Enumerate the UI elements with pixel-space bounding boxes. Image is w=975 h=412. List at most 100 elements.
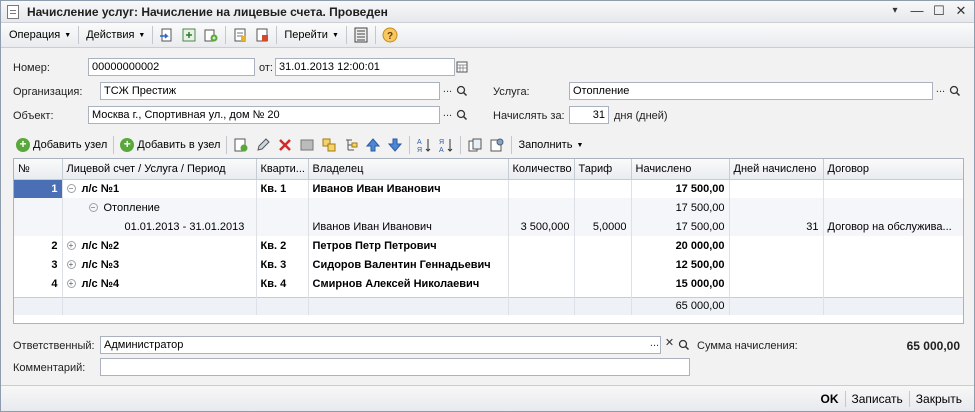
fill-menu[interactable]: Заполнить ▼: [515, 135, 586, 155]
row-number[interactable]: [14, 217, 63, 236]
accrued-cell[interactable]: 20 000,00: [631, 236, 730, 255]
quantity-cell[interactable]: [508, 274, 575, 293]
column-header[interactable]: Договор: [823, 159, 963, 180]
row-number[interactable]: 1: [14, 179, 63, 198]
column-header[interactable]: №: [14, 159, 63, 180]
document-movement-icon[interactable]: [231, 26, 249, 44]
apartment-cell[interactable]: Кв. 3: [256, 255, 309, 274]
organization-select-button[interactable]: ...: [440, 82, 455, 100]
column-header[interactable]: Дней начислено: [729, 159, 824, 180]
sort-ascending-icon[interactable]: AЯ: [415, 136, 433, 154]
owner-cell[interactable]: Петров Петр Петрович: [308, 236, 509, 255]
quantity-cell[interactable]: [508, 179, 575, 198]
object-select-button[interactable]: ...: [440, 106, 455, 124]
contract-cell[interactable]: [823, 198, 963, 217]
accrued-cell[interactable]: 12 500,00: [631, 255, 730, 274]
window-menu-icon[interactable]: ▾: [888, 4, 902, 18]
goto-menu[interactable]: Перейти ▼: [280, 25, 343, 45]
accrued-cell[interactable]: 15 000,00: [631, 274, 730, 293]
table-row[interactable]: 4 + л/с №4 Кв. 4 Смирнов Алексей Николаев…: [14, 274, 963, 293]
structure-icon[interactable]: [253, 26, 271, 44]
quantity-cell[interactable]: [508, 198, 575, 217]
table-row[interactable]: 3 + л/с №3 Кв. 3 Сидоров Валентин Геннадь…: [14, 255, 963, 274]
contract-cell[interactable]: Договор на обслужива...: [823, 217, 963, 236]
accrue-days-field[interactable]: 31: [569, 106, 609, 124]
comment-field[interactable]: [100, 358, 690, 376]
accrued-cell[interactable]: 17 500,00: [631, 179, 730, 198]
collapse-icon[interactable]: −: [88, 203, 98, 213]
tariff-cell[interactable]: [574, 179, 632, 198]
owner-cell[interactable]: Смирнов Алексей Николаевич: [308, 274, 509, 293]
close-button[interactable]: Закрыть: [910, 392, 968, 406]
close-icon[interactable]: ✕: [954, 4, 968, 18]
owner-cell[interactable]: Иванов Иван Иванович: [308, 217, 509, 236]
operation-menu[interactable]: Операция ▼: [5, 25, 75, 45]
row-number[interactable]: [14, 198, 63, 217]
edit-icon[interactable]: [254, 136, 272, 154]
save-button[interactable]: Записать: [846, 392, 909, 406]
days-cell[interactable]: [729, 179, 824, 198]
contract-cell[interactable]: [823, 274, 963, 293]
copy-rows-icon[interactable]: [466, 136, 484, 154]
add-row-icon[interactable]: [232, 136, 250, 154]
sort-descending-icon[interactable]: ЯA: [437, 136, 455, 154]
apartment-cell[interactable]: Кв. 4: [256, 274, 309, 293]
contract-cell[interactable]: [823, 236, 963, 255]
minimize-icon[interactable]: —: [910, 4, 924, 18]
copy-document-icon[interactable]: [202, 26, 220, 44]
owner-cell[interactable]: Иванов Иван Иванович: [308, 179, 509, 198]
accrued-cell[interactable]: 17 500,00: [631, 198, 730, 217]
delete-icon[interactable]: [276, 136, 294, 154]
column-header[interactable]: Количество: [508, 159, 575, 180]
date-field[interactable]: 31.01.2013 12:00:01: [275, 58, 455, 76]
column-header[interactable]: Начислено: [631, 159, 730, 180]
search-icon[interactable]: [454, 82, 469, 100]
column-header[interactable]: Тариф: [574, 159, 632, 180]
tree-icon[interactable]: [320, 136, 338, 154]
responsible-field[interactable]: Администратор: [100, 336, 661, 354]
table-row[interactable]: 1 − л/с №1 Кв. 1 Иванов Иван Иванович 17 …: [14, 179, 963, 198]
hierarchy-icon[interactable]: [342, 136, 360, 154]
days-cell[interactable]: [729, 255, 824, 274]
days-cell[interactable]: [729, 236, 824, 255]
quantity-cell[interactable]: [508, 255, 575, 274]
apartment-cell[interactable]: Кв. 1: [256, 179, 309, 198]
tariff-cell[interactable]: [574, 198, 632, 217]
tariff-cell[interactable]: [574, 255, 632, 274]
responsible-select-button[interactable]: ...: [647, 336, 662, 354]
settings-icon[interactable]: [488, 136, 506, 154]
table-row[interactable]: 01.01.2013 - 31.01.2013 Иванов Иван Иван…: [14, 217, 963, 236]
expand-icon[interactable]: +: [66, 241, 76, 251]
column-header[interactable]: Кварти...: [256, 159, 309, 180]
account-cell[interactable]: − л/с №1: [62, 179, 257, 198]
cancel-posting-icon[interactable]: [180, 26, 198, 44]
apartment-cell[interactable]: [256, 198, 309, 217]
account-cell[interactable]: + л/с №3: [62, 255, 257, 274]
owner-cell[interactable]: [308, 198, 509, 217]
actions-menu[interactable]: Действия ▼: [82, 25, 149, 45]
owner-cell[interactable]: Сидоров Валентин Геннадьевич: [308, 255, 509, 274]
days-cell[interactable]: [729, 198, 824, 217]
period-cell[interactable]: 01.01.2013 - 31.01.2013: [62, 217, 257, 236]
expand-icon[interactable]: +: [66, 260, 76, 270]
add-in-node-button[interactable]: + Добавить в узел: [117, 135, 223, 155]
accruals-table[interactable]: № Лицевой счет / Услуга / Период Кварти.…: [13, 158, 964, 324]
tariff-cell[interactable]: [574, 274, 632, 293]
table-row[interactable]: − Отопление 17 500,00: [14, 198, 963, 217]
tariff-cell[interactable]: 5,0000: [574, 217, 632, 236]
search-icon[interactable]: [454, 106, 469, 124]
account-cell[interactable]: + л/с №4: [62, 274, 257, 293]
search-icon[interactable]: [947, 82, 962, 100]
days-cell[interactable]: 31: [729, 217, 824, 236]
list-icon[interactable]: [352, 26, 370, 44]
row-number[interactable]: 3: [14, 255, 63, 274]
quantity-cell[interactable]: 3 500,000: [508, 217, 575, 236]
help-icon[interactable]: ?: [381, 26, 399, 44]
days-cell[interactable]: [729, 274, 824, 293]
object-field[interactable]: Москва г., Спортивная ул., дом № 20: [88, 106, 440, 124]
number-field[interactable]: 00000000002: [88, 58, 255, 76]
contract-cell[interactable]: [823, 179, 963, 198]
maximize-icon[interactable]: ☐: [932, 4, 946, 18]
move-up-icon[interactable]: [364, 136, 382, 154]
expand-icon[interactable]: +: [66, 279, 76, 289]
